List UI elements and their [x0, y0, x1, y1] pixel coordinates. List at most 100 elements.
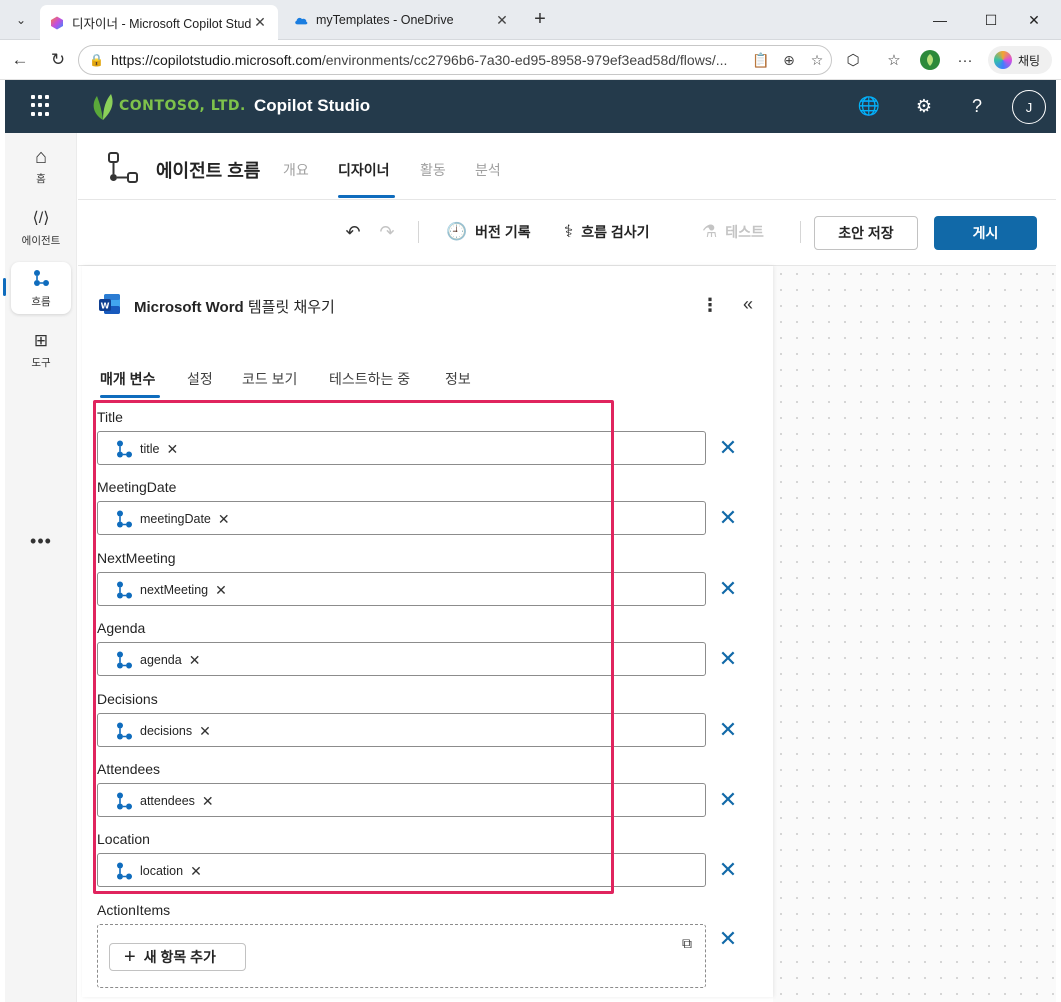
- field-input-nextmeeting[interactable]: nextMeeting ✕: [97, 572, 706, 606]
- close-tab-icon[interactable]: ✕: [494, 12, 510, 29]
- publish-button[interactable]: 게시: [934, 216, 1037, 250]
- rail-more-button[interactable]: •••: [11, 531, 71, 552]
- subtab-about[interactable]: 정보: [445, 369, 471, 389]
- url-field[interactable]: 🔒 https://copilotstudio.microsoft.com/en…: [78, 45, 832, 75]
- environment-globe-icon[interactable]: 🌐: [857, 94, 881, 118]
- flow-variable-icon: [117, 440, 132, 458]
- field-input-attendees[interactable]: attendees ✕: [97, 783, 706, 817]
- subtab-testing[interactable]: 테스트하는 중: [329, 369, 410, 389]
- remove-token-icon[interactable]: ✕: [199, 723, 211, 740]
- clipboard-icon[interactable]: 📋: [747, 52, 775, 69]
- rail-item-tools[interactable]: ⊞ 도구: [11, 323, 71, 375]
- field-label-decisions: Decisions: [97, 691, 158, 707]
- rail-item-agents[interactable]: ⟨/⟩ 에이전트: [11, 201, 71, 253]
- panel-title-bold: Microsoft Word: [134, 299, 244, 316]
- remove-token-icon[interactable]: ✕: [215, 582, 227, 599]
- more-vertical-icon[interactable]: ⋮: [700, 293, 720, 317]
- add-new-item-button[interactable]: + 새 항목 추가: [109, 943, 246, 971]
- help-question-icon[interactable]: ?: [965, 94, 989, 118]
- delete-field-icon[interactable]: ✕: [718, 926, 738, 951]
- field-input-meetingdate[interactable]: meetingDate ✕: [97, 501, 706, 535]
- version-history-button[interactable]: 🕘 버전 기록: [446, 221, 531, 243]
- dynamic-content-token[interactable]: title ✕: [114, 439, 178, 459]
- app-launcher-waffle-icon[interactable]: [31, 95, 53, 117]
- dynamic-content-token[interactable]: meetingDate ✕: [114, 509, 230, 529]
- subtab-parameters[interactable]: 매개 변수: [100, 369, 155, 389]
- back-arrow-icon[interactable]: ←: [8, 48, 32, 72]
- app-name[interactable]: Copilot Studio: [254, 96, 370, 116]
- token-label: location: [140, 864, 184, 878]
- copilot-logo-icon: [994, 51, 1012, 69]
- minimize-icon[interactable]: —: [928, 8, 952, 32]
- dynamic-content-token[interactable]: agenda ✕: [114, 650, 200, 670]
- close-tab-icon[interactable]: ✕: [252, 14, 268, 31]
- field-label-meetingdate: MeetingDate: [97, 479, 177, 495]
- field-input-location[interactable]: location ✕: [97, 853, 706, 887]
- rail-item-home[interactable]: ⌂ 홈: [11, 139, 71, 191]
- delete-field-icon[interactable]: ✕: [718, 857, 738, 882]
- remove-token-icon[interactable]: ✕: [218, 511, 230, 528]
- flow-designer-canvas[interactable]: [773, 266, 1056, 1002]
- delete-field-icon[interactable]: ✕: [718, 435, 738, 460]
- browser-tab-onedrive[interactable]: myTemplates - OneDrive ✕: [284, 5, 520, 35]
- test-button[interactable]: ⚗ 테스트: [702, 221, 764, 243]
- delete-field-icon[interactable]: ✕: [718, 576, 738, 601]
- redo-icon[interactable]: ↷: [376, 221, 398, 243]
- delete-field-icon[interactable]: ✕: [718, 505, 738, 530]
- subtab-code-view[interactable]: 코드 보기: [242, 369, 297, 389]
- copilot-chat-button[interactable]: 채팅: [988, 46, 1052, 74]
- favorite-star-icon[interactable]: ☆: [803, 52, 831, 69]
- remove-token-icon[interactable]: ✕: [189, 652, 201, 669]
- field-input-decisions[interactable]: decisions ✕: [97, 713, 706, 747]
- settings-gear-icon[interactable]: ⚙: [912, 94, 936, 118]
- refresh-icon[interactable]: ↻: [46, 48, 70, 72]
- subtab-settings[interactable]: 설정: [187, 369, 213, 389]
- add-new-item-label: 새 항목 추가: [143, 949, 216, 965]
- undo-icon[interactable]: ↶: [342, 221, 364, 243]
- tab-overview[interactable]: 개요: [283, 160, 309, 180]
- user-avatar[interactable]: J: [1012, 90, 1046, 124]
- save-draft-button[interactable]: 초안 저장: [814, 216, 918, 250]
- zoom-icon[interactable]: ⊕: [775, 52, 803, 69]
- profile-leaf-icon[interactable]: [918, 48, 942, 72]
- tab-actions-menu-button[interactable]: ⌄: [8, 7, 34, 33]
- more-options-icon[interactable]: ···: [953, 48, 977, 72]
- switch-to-text-mode-icon[interactable]: ⧉: [677, 933, 697, 953]
- tab-designer[interactable]: 디자이너: [338, 160, 390, 180]
- dynamic-content-token[interactable]: nextMeeting ✕: [114, 580, 227, 600]
- remove-token-icon[interactable]: ✕: [202, 793, 214, 810]
- flask-icon: ⚗: [702, 222, 718, 241]
- remove-token-icon[interactable]: ✕: [166, 441, 178, 458]
- new-tab-button[interactable]: +: [528, 8, 552, 32]
- remove-token-icon[interactable]: ✕: [190, 863, 202, 880]
- extensions-icon[interactable]: ⬡: [841, 48, 865, 72]
- tab-title: myTemplates - OneDrive: [316, 13, 454, 27]
- tab-activity[interactable]: 활동: [420, 160, 446, 180]
- favorites-icon[interactable]: ☆: [882, 48, 906, 72]
- flow-variable-icon: [117, 792, 132, 810]
- flow-icon: [31, 268, 51, 292]
- dynamic-content-token[interactable]: decisions ✕: [114, 721, 211, 741]
- field-input-title[interactable]: title ✕: [97, 431, 706, 465]
- browser-tab-designer[interactable]: 디자이너 - Microsoft Copilot Studio ✕: [40, 5, 278, 40]
- dynamic-content-token[interactable]: attendees ✕: [114, 791, 214, 811]
- lock-icon[interactable]: 🔒: [89, 53, 105, 67]
- delete-field-icon[interactable]: ✕: [718, 717, 738, 742]
- field-input-agenda[interactable]: agenda ✕: [97, 642, 706, 676]
- rail-item-flows[interactable]: 흐름: [11, 262, 71, 314]
- maximize-icon[interactable]: ☐: [979, 8, 1003, 32]
- toolbar-divider: [800, 221, 801, 243]
- dynamic-content-token[interactable]: location ✕: [114, 861, 202, 881]
- app-header: CONTOSO, LTD. Copilot Studio 🌐 ⚙ ? J: [5, 80, 1056, 133]
- flow-checker-button[interactable]: ⚕ 흐름 검사기: [564, 221, 650, 243]
- collapse-panel-icon[interactable]: «: [738, 292, 758, 316]
- rail-active-indicator: [3, 278, 6, 296]
- tools-grid-sparkle-icon: ⊞: [33, 330, 49, 350]
- window-close-icon[interactable]: ✕: [1022, 8, 1046, 32]
- flow-variable-icon: [117, 862, 132, 880]
- tab-analytics[interactable]: 분석: [475, 160, 501, 180]
- delete-field-icon[interactable]: ✕: [718, 646, 738, 671]
- field-label-agenda: Agenda: [97, 620, 146, 636]
- delete-field-icon[interactable]: ✕: [718, 787, 738, 812]
- panel-title-rest: 템플릿 채우기: [243, 299, 335, 316]
